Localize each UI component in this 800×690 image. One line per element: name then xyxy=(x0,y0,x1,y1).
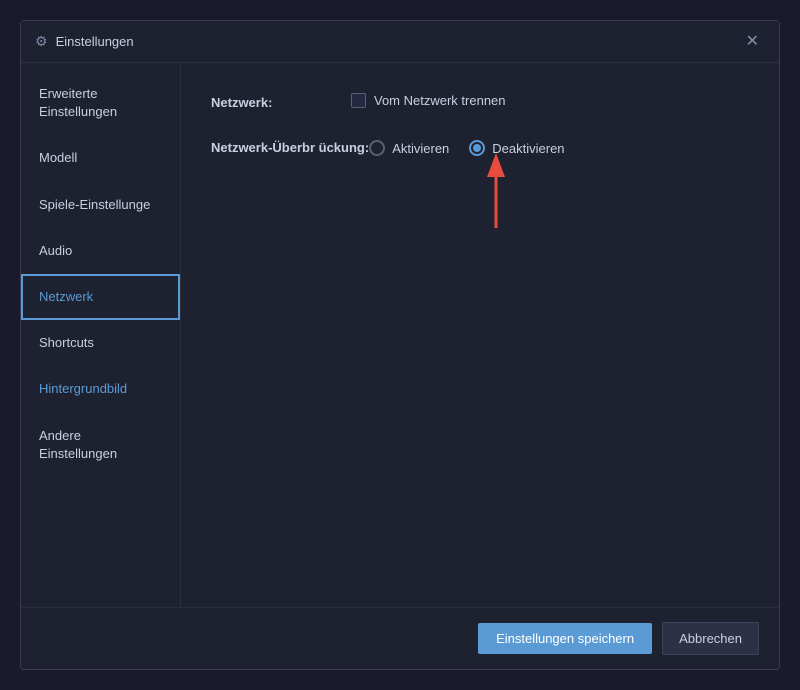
radio-inner-deaktivieren xyxy=(473,144,481,152)
cancel-button[interactable]: Abbrechen xyxy=(662,622,759,655)
dialog-footer: Einstellungen speichern Abbrechen xyxy=(21,607,779,669)
sidebar-item-andere[interactable]: Andere Einstellungen xyxy=(21,413,180,477)
netzwerk-row: Netzwerk: Vom Netzwerk trennen xyxy=(211,93,749,110)
sidebar-item-spiele[interactable]: Spiele-Einstellunge xyxy=(21,182,180,228)
save-button[interactable]: Einstellungen speichern xyxy=(478,623,652,654)
close-button[interactable]: ✕ xyxy=(740,32,765,52)
sidebar-item-modell[interactable]: Modell xyxy=(21,135,180,181)
sidebar-item-erweiterte[interactable]: Erweiterte Einstellungen xyxy=(21,71,180,135)
sidebar-item-shortcuts[interactable]: Shortcuts xyxy=(21,320,180,366)
vom-netzwerk-checkbox[interactable]: Vom Netzwerk trennen xyxy=(351,93,506,108)
radio-label-aktivieren: Aktivieren xyxy=(392,141,449,156)
uebertragung-label: Netzwerk-Überbr ückung: xyxy=(211,138,369,155)
dialog-title: Einstellungen xyxy=(56,34,740,49)
settings-dialog: ⚙ Einstellungen ✕ Erweiterte Einstellung… xyxy=(20,20,780,670)
sidebar: Erweiterte Einstellungen Modell Spiele-E… xyxy=(21,63,181,607)
sidebar-item-audio[interactable]: Audio xyxy=(21,228,180,274)
radio-outer-aktivieren xyxy=(369,140,385,156)
dialog-body: Erweiterte Einstellungen Modell Spiele-E… xyxy=(21,63,779,607)
settings-icon: ⚙ xyxy=(35,33,48,50)
title-bar: ⚙ Einstellungen ✕ xyxy=(21,21,779,63)
checkbox-box xyxy=(351,93,366,108)
netzwerk-controls: Vom Netzwerk trennen xyxy=(351,93,506,108)
sidebar-item-hintergrundbild[interactable]: Hintergrundbild xyxy=(21,366,180,412)
radio-outer-deaktivieren xyxy=(469,140,485,156)
radio-label-deaktivieren: Deaktivieren xyxy=(492,141,564,156)
uebertragung-controls: Aktivieren Deaktivieren xyxy=(369,138,564,156)
radio-deaktivieren[interactable]: Deaktivieren xyxy=(469,140,564,156)
sidebar-item-netzwerk[interactable]: Netzwerk xyxy=(21,274,180,320)
content-area: Netzwerk: Vom Netzwerk trennen Netzwerk-… xyxy=(181,63,779,607)
radio-group: Aktivieren Deaktivieren xyxy=(369,140,564,156)
netzwerk-label: Netzwerk: xyxy=(211,93,351,110)
checkbox-label: Vom Netzwerk trennen xyxy=(374,93,506,108)
arrow-annotation xyxy=(471,153,521,238)
radio-aktivieren[interactable]: Aktivieren xyxy=(369,140,449,156)
uebertragung-row: Netzwerk-Überbr ückung: Aktivieren Deakt… xyxy=(211,138,749,156)
